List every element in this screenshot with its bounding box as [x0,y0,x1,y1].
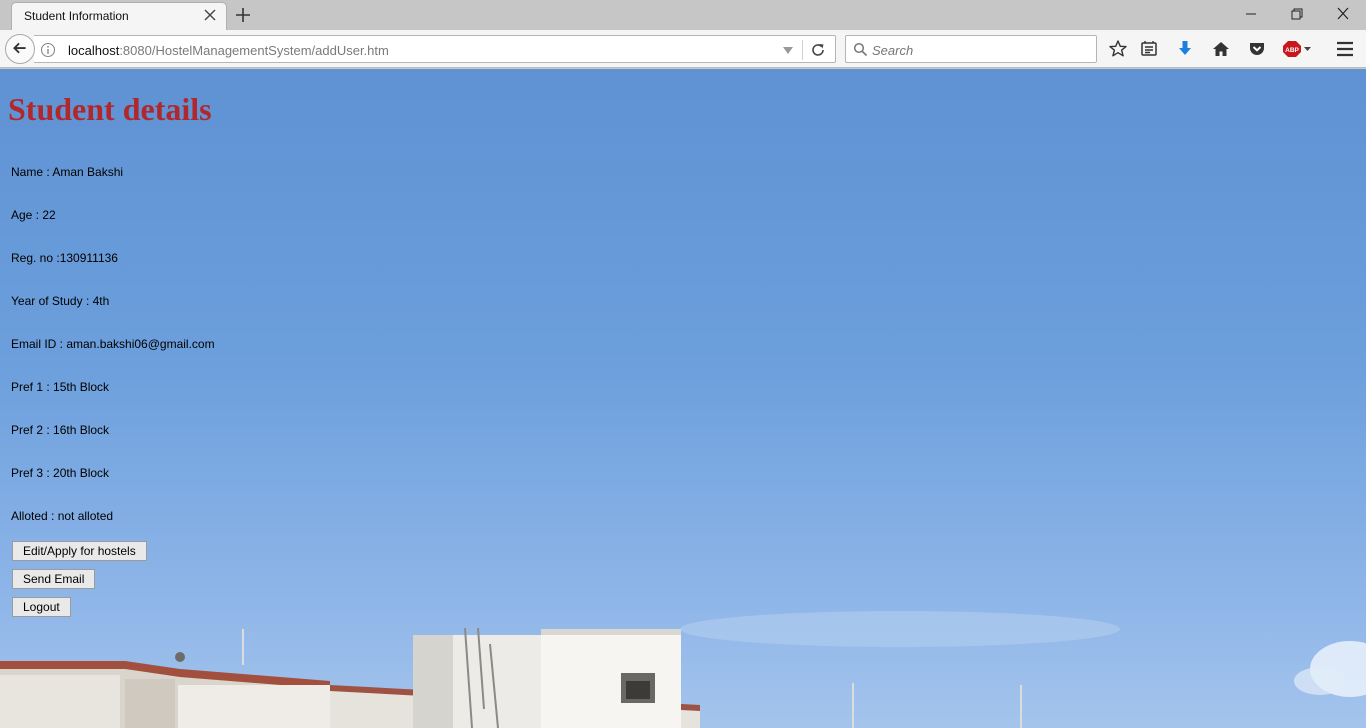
search-placeholder: Search [872,43,914,58]
window-close-icon[interactable] [1332,4,1354,24]
field-name: Name : Aman Bakshi [11,165,124,179]
field-reg-no: Reg. no :130911136 [11,251,118,265]
tab-strip: Student Information [0,0,1366,30]
new-tab-icon[interactable] [234,6,252,24]
url-text[interactable]: localhost:8080/HostelManagementSystem/ad… [68,43,389,58]
field-pref-3: Pref 3 : 20th Block [11,466,110,480]
tab-student-information[interactable]: Student Information [12,3,226,30]
tab-title: Student Information [24,9,129,23]
field-alloted: Alloted : not alloted [11,509,114,523]
home-icon[interactable] [1211,39,1231,59]
pocket-icon[interactable] [1247,39,1267,59]
url-history-dropdown-icon[interactable] [782,44,794,56]
back-button[interactable] [5,34,35,64]
search-bar[interactable]: Search [845,35,1097,63]
field-pref-1: Pref 1 : 15th Block [11,380,110,394]
reading-list-icon[interactable] [1139,39,1159,59]
logout-button[interactable]: Logout [12,597,71,617]
site-info-icon[interactable] [40,42,56,58]
menu-icon[interactable] [1335,39,1355,59]
url-bar[interactable]: localhost:8080/HostelManagementSystem/ad… [34,35,836,63]
reload-icon[interactable] [810,42,826,58]
field-pref-2: Pref 2 : 16th Block [11,423,110,437]
url-bar-divider [802,40,803,60]
page-title: Student details [8,91,212,127]
back-arrow-icon [13,42,26,54]
adblock-button[interactable]: ABP [1283,39,1315,59]
adblock-label: ABP [1285,47,1299,54]
edit-apply-hostels-button[interactable]: Edit/Apply for hostels [12,541,147,561]
page-content: Student details Name : Aman Bakshi Age :… [0,69,1366,728]
search-icon [853,42,868,57]
minimize-icon[interactable] [1240,4,1262,24]
field-year-of-study: Year of Study : 4th [11,294,110,308]
field-age: Age : 22 [11,208,56,222]
navigation-toolbar: localhost:8080/HostelManagementSystem/ad… [0,30,1366,68]
adblock-icon: ABP [1283,41,1311,57]
bookmark-star-icon[interactable] [1108,39,1128,59]
close-tab-icon[interactable] [202,7,218,23]
restore-icon[interactable] [1286,4,1308,24]
field-email: Email ID : aman.bakshi06@gmail.com [11,337,215,351]
campus-background-image [0,611,1366,728]
download-icon[interactable] [1175,39,1195,59]
send-email-button[interactable]: Send Email [12,569,96,589]
